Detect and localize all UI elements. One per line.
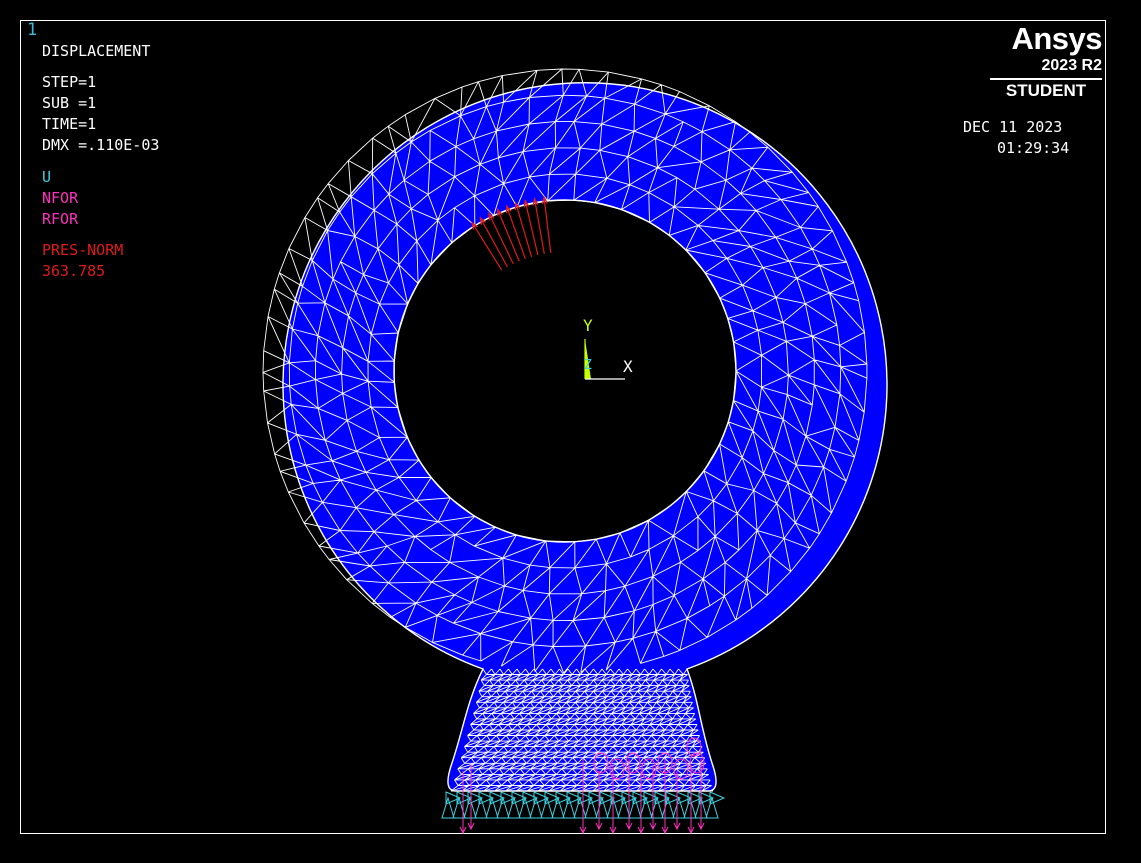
brand-edition: STUDENT	[1005, 81, 1087, 100]
triad-x-label: X	[623, 357, 633, 376]
plot-title: DISPLACEMENT	[42, 42, 151, 60]
pressure-arrow	[543, 197, 552, 253]
pressure-arrow	[515, 202, 533, 257]
step-label: STEP=1	[42, 73, 97, 91]
ansys-logo: Ansys 2023 R2 STUDENT	[990, 21, 1103, 102]
max-displacement-label: DMX =.110E-03	[42, 136, 160, 154]
substep-label: SUB =1	[42, 94, 97, 112]
legend-u: U	[42, 168, 52, 186]
graphics-viewport[interactable]	[20, 20, 1107, 835]
time-label: TIME=1	[42, 115, 97, 133]
pressure-arrow	[506, 205, 526, 260]
brand-version: 2023 R2	[990, 56, 1102, 80]
triad-z-label: Z	[584, 358, 592, 373]
mesh-plot[interactable]	[21, 21, 1107, 835]
window-number: 1	[27, 20, 38, 40]
plot-time: 01:29:34	[997, 139, 1070, 157]
triad-y-label: Y	[583, 316, 593, 335]
legend-pressure-label: PRES-NORM	[42, 241, 124, 259]
legend-rfor: RFOR	[42, 210, 79, 228]
brand-name: Ansys	[1011, 21, 1102, 56]
plot-date: DEC 11 2023	[963, 118, 1063, 136]
legend-nfor: NFOR	[42, 189, 79, 207]
legend-pressure-value: 363.785	[42, 262, 106, 280]
